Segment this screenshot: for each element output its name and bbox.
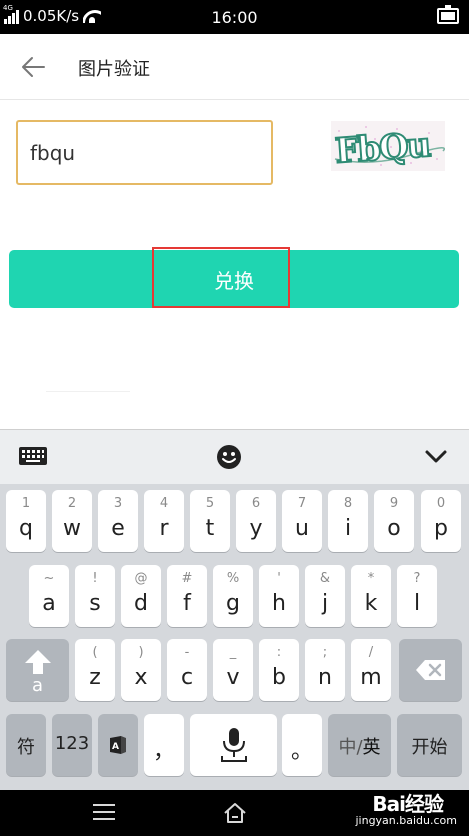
svg-text:A: A [112, 742, 119, 752]
key-e[interactable]: 3e [98, 490, 138, 552]
key-f[interactable]: # f [167, 565, 207, 627]
keyboard-row-2: ~ a ! s @ d # f % g ' h & j * k ? l [0, 565, 469, 629]
verification-code-input[interactable] [16, 120, 273, 185]
battery-icon [437, 5, 459, 24]
back-arrow-icon[interactable] [20, 54, 46, 80]
shift-key[interactable]: a [6, 639, 69, 701]
captcha-text: FbQu [334, 125, 432, 171]
menu-icon[interactable] [93, 804, 115, 822]
enter-key[interactable]: 开始 [397, 714, 462, 776]
input-method-key[interactable]: A [98, 714, 138, 776]
keyboard-hide-chevron-icon[interactable] [420, 442, 452, 472]
status-bar: 4G 0.05K/s 16:00 [0, 0, 469, 34]
key-p[interactable]: 0p [421, 490, 461, 552]
key-l[interactable]: ? l [397, 565, 437, 627]
keyboard-row-3: a (z ) x -c _ v :b ; n / m [0, 639, 469, 703]
key-j[interactable]: & j [305, 565, 345, 627]
key-b[interactable]: :b [259, 639, 299, 701]
key-n[interactable]: ; n [305, 639, 345, 701]
key-r[interactable]: 4r [144, 490, 184, 552]
captcha-image[interactable]: FbQu [331, 121, 445, 171]
language-switch-key[interactable]: 中/英 [328, 714, 391, 776]
keyboard-row-4: 符 123 A ， 。 中/英 开始 [0, 714, 469, 778]
key-g[interactable]: % g [213, 565, 253, 627]
watermark-brand: Bai经验 [372, 792, 444, 816]
shift-arrow-icon [25, 650, 51, 674]
key-w[interactable]: 2w [52, 490, 92, 552]
redeem-button[interactable]: 兑换 [9, 250, 459, 308]
key-y[interactable]: 6y [236, 490, 276, 552]
key-m[interactable]: / m [351, 639, 391, 701]
microphone-icon [221, 728, 247, 762]
key-h[interactable]: ' h [259, 565, 299, 627]
watermark-url: jingyan.baidu.com [355, 814, 457, 827]
input-method-icon: A [110, 736, 126, 754]
home-icon[interactable] [222, 800, 248, 826]
key-t[interactable]: 5t [190, 490, 230, 552]
key-z[interactable]: (z [75, 639, 115, 701]
key-a[interactable]: ~ a [29, 565, 69, 627]
keyboard-switch-icon[interactable] [17, 442, 49, 472]
key-u[interactable]: 7u [282, 490, 322, 552]
key-o[interactable]: 9o [374, 490, 414, 552]
key-v[interactable]: _ v [213, 639, 253, 701]
keyboard-toolbar [0, 430, 469, 484]
comma-key[interactable]: ， [144, 714, 184, 776]
emoji-icon[interactable] [213, 442, 245, 472]
watermark: Bai经验 jingyan.baidu.com [351, 786, 461, 832]
key-s[interactable]: ! s [75, 565, 115, 627]
key-d[interactable]: @ d [121, 565, 161, 627]
key-i[interactable]: 8i [328, 490, 368, 552]
backspace-key[interactable] [399, 639, 462, 701]
app-bar: 图片验证 [0, 34, 469, 100]
number-key[interactable]: 123 [52, 714, 92, 776]
backspace-icon [416, 660, 445, 680]
key-c[interactable]: -c [167, 639, 207, 701]
status-time: 16:00 [211, 8, 258, 27]
soft-keyboard: 1q 2w 3e 4r 5t 6y 7u 8i 9o 0p ~ a ! s @ d #… [0, 429, 469, 790]
keyboard-row-1: 1q 2w 3e 4r 5t 6y 7u 8i 9o 0p [0, 490, 469, 554]
voice-input-key[interactable] [190, 714, 277, 776]
key-q[interactable]: 1q [6, 490, 46, 552]
page-title: 图片验证 [78, 59, 150, 80]
symbol-key[interactable]: 符 [6, 714, 46, 776]
key-k[interactable]: * k [351, 565, 391, 627]
key-x[interactable]: ) x [121, 639, 161, 701]
divider [46, 391, 130, 392]
period-key[interactable]: 。 [282, 714, 322, 776]
